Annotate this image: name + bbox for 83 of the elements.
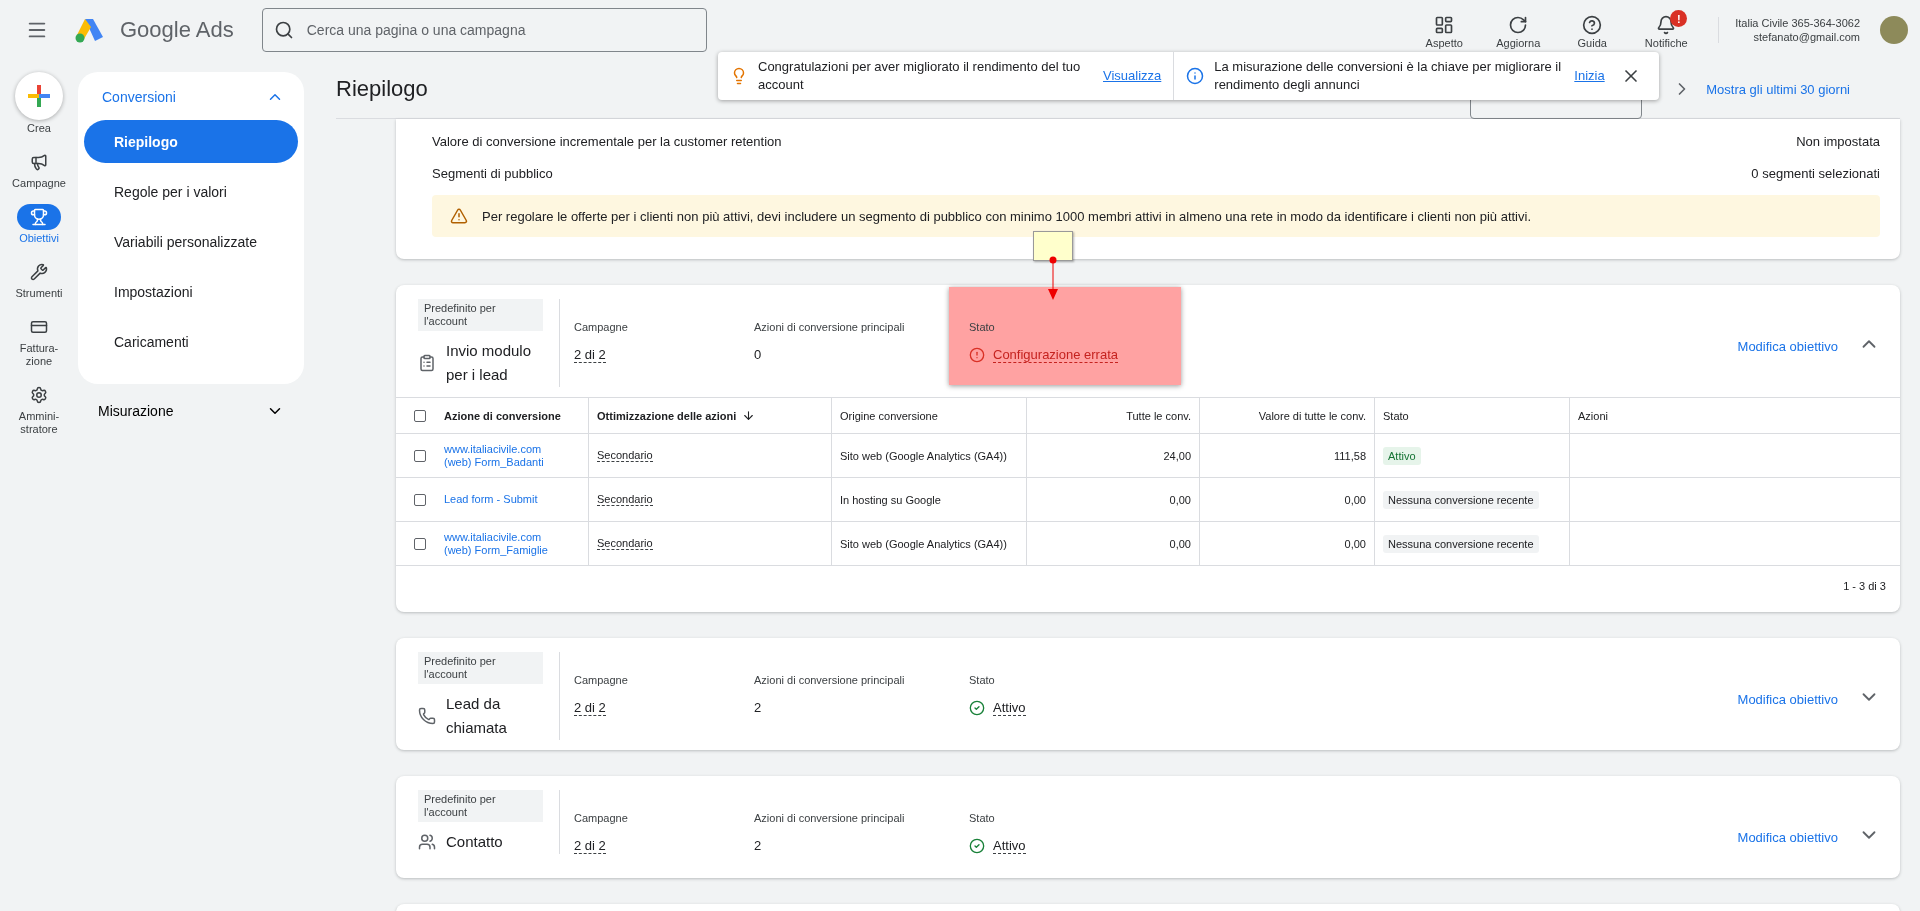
toolbar-button[interactable]: Guida xyxy=(1560,10,1625,50)
setting-label: Segmenti di pubblico xyxy=(432,165,553,181)
goal-status[interactable]: Attivo xyxy=(993,838,1026,854)
goal-status[interactable]: Attivo xyxy=(993,700,1026,716)
toolbar-button[interactable]: Aspetto xyxy=(1412,10,1477,50)
metric-label: Stato xyxy=(969,321,996,333)
metric-label: Azioni di conversione principali xyxy=(754,674,906,686)
nav-item[interactable]: Variabili personalizzate xyxy=(84,220,298,263)
notification-link[interactable]: Inizia xyxy=(1574,67,1605,85)
setting-value: Non impostata xyxy=(1796,133,1880,149)
metric-label: Stato xyxy=(969,812,996,824)
table-cell: Sito web (Google Analytics (GA4)) xyxy=(840,449,1007,462)
search-field[interactable]: Cerca una pagina o una campagna xyxy=(261,8,707,52)
nav-section-header[interactable]: Misurazione xyxy=(78,384,304,420)
notification-text: La misurazione delle conversioni è la chiave per migliorare il rendimento degli annunci xyxy=(1214,58,1563,94)
notification-text: Congratulazioni per aver migliorato il rendimento del tuo account xyxy=(758,58,1082,94)
status-chip: Nessuna conversione recente xyxy=(1383,490,1539,509)
goal-tag: Predefinito per l'account xyxy=(418,299,543,331)
column-header[interactable]: Ottimizzazione delle azioni xyxy=(597,409,737,422)
rail-item[interactable]: Fattura- zione xyxy=(17,310,61,372)
toolbar-button[interactable]: Aggiorna xyxy=(1486,10,1551,50)
setting-label: Valore di conversione incrementale per la customer retention xyxy=(432,133,782,149)
nav-section-header[interactable]: Conversioni xyxy=(84,78,298,120)
metric-label: Stato xyxy=(969,674,996,686)
nav-item[interactable]: Riepilogo xyxy=(84,120,298,163)
edit-goal-link[interactable]: Modifica obiettivo xyxy=(1737,692,1838,707)
account-email: stefanato@gmail.com xyxy=(1753,31,1860,43)
table-cell: 0,00 xyxy=(1344,493,1366,506)
warning-text: Per regolare le offerte per i clienti non più attivi, devi includere un segmento di pubblico con minimo 1000 membri attivi in almeno una rete in modo da identificare i clienti non più attivi. xyxy=(482,208,1531,224)
column-header[interactable]: Stato xyxy=(1383,409,1409,422)
edit-goal-link[interactable]: Modifica obiettivo xyxy=(1737,830,1838,845)
table-cell: 0,00 xyxy=(1344,537,1366,550)
nav-item[interactable]: Impostazioni xyxy=(84,270,298,313)
optimization-value[interactable]: Secondario xyxy=(597,537,653,550)
metric-label: Campagne xyxy=(574,812,629,824)
goal-tag: Predefinito per l'account xyxy=(418,652,543,684)
goal-name: Contatto xyxy=(446,832,504,852)
account-name: Italia Civile 365-364-3062 xyxy=(1735,17,1860,29)
goal-tag: Predefinito per l'account xyxy=(418,790,543,822)
pagination-text: 1 - 3 di 3 xyxy=(1843,580,1886,592)
optimization-value[interactable]: Secondario xyxy=(597,493,653,506)
conversion-action-link[interactable]: www.italiacivile.com (web) Form_Badanti xyxy=(444,442,544,469)
metric-label: Azioni di conversione principali xyxy=(754,321,906,333)
conversion-action-link[interactable]: www.italiacivile.com (web) Form_Famiglie xyxy=(444,530,548,557)
table-cell: 0,00 xyxy=(1169,537,1191,550)
table-cell: In hosting su Google xyxy=(840,493,941,506)
edit-goal-link[interactable]: Modifica obiettivo xyxy=(1737,339,1838,354)
campaigns-value[interactable]: 2 di 2 xyxy=(574,838,606,854)
actions-value: 2 xyxy=(754,700,763,715)
actions-value: 2 xyxy=(754,838,763,853)
toolbar-button[interactable]: ! Notifiche xyxy=(1634,10,1699,50)
column-header[interactable]: Origine conversione xyxy=(840,409,938,422)
actions-value: 0 xyxy=(754,347,763,362)
status-chip: Attivo xyxy=(1383,446,1421,465)
nav-item[interactable]: Regole per i valori xyxy=(84,170,298,213)
product-name: Google Ads xyxy=(120,17,234,43)
column-header[interactable]: Azioni xyxy=(1578,409,1608,422)
column-header[interactable]: Azione di conversione xyxy=(444,409,561,422)
notification-badge: ! xyxy=(1670,10,1688,27)
conversion-action-link[interactable]: Lead form - Submit xyxy=(444,493,538,506)
goal-name: Invio modulo per i lead xyxy=(446,341,533,385)
notification-link[interactable]: Visualizza xyxy=(1103,67,1162,85)
table-cell: 0,00 xyxy=(1169,493,1191,506)
goal-name: Lead da chiamata xyxy=(446,694,508,738)
campaigns-value[interactable]: 2 di 2 xyxy=(574,700,606,716)
nav-item[interactable]: Caricamenti xyxy=(84,320,298,363)
date-link[interactable]: Mostra gli ultimi 30 giorni xyxy=(1706,81,1850,97)
status-chip: Nessuna conversione recente xyxy=(1383,534,1539,553)
table-cell: 111,58 xyxy=(1334,449,1366,462)
metric-label: Campagne xyxy=(574,321,629,333)
optimization-value[interactable]: Secondario xyxy=(597,449,653,462)
setting-value: 0 segmenti selezionati xyxy=(1751,165,1880,181)
rail-item[interactable]: Campagne xyxy=(12,145,66,194)
table-cell: 24,00 xyxy=(1163,449,1191,462)
column-header[interactable]: Valore di tutte le conv. xyxy=(1258,409,1366,422)
column-header[interactable]: Tutte le conv. xyxy=(1126,409,1191,422)
metric-label: Campagne xyxy=(574,674,629,686)
rail-item[interactable]: Strumenti xyxy=(15,255,63,304)
table-cell: Sito web (Google Analytics (GA4)) xyxy=(840,537,1007,550)
rail-item[interactable]: Ammini- stratore xyxy=(17,378,61,440)
page-title: Riepilogo xyxy=(336,76,428,102)
campaigns-value[interactable]: 2 di 2 xyxy=(574,347,606,363)
metric-label: Azioni di conversione principali xyxy=(754,812,906,824)
